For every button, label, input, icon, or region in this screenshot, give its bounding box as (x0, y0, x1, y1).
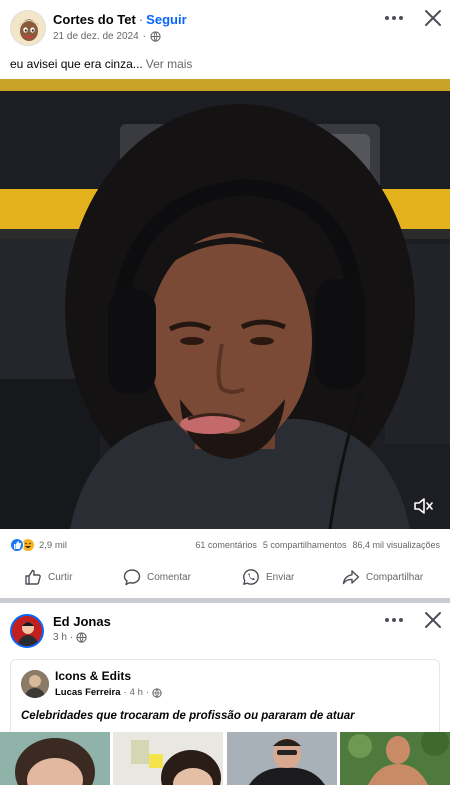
close-icon[interactable] (424, 9, 442, 27)
photo-thumbnail[interactable] (339, 732, 450, 785)
photo-thumbnail[interactable] (113, 732, 224, 785)
shared-text: Celebridades que trocaram de profissão o… (21, 710, 355, 722)
shared-page-name[interactable]: Icons & Edits (55, 669, 131, 683)
whatsapp-icon (243, 569, 259, 585)
views-count: 86,4 mil visualizações (352, 540, 440, 550)
video-frame (0, 79, 450, 529)
shares-count[interactable]: 5 compartilhamentos (263, 540, 347, 550)
comment-button[interactable]: Comentar (123, 568, 191, 586)
shared-meta: Lucas Ferreira · 4 h · (55, 687, 162, 698)
globe-icon (150, 31, 161, 42)
comment-label: Comentar (147, 571, 191, 583)
like-icon (25, 569, 41, 585)
see-more-link[interactable]: Ver mais (146, 57, 193, 71)
globe-icon (152, 687, 162, 698)
send-button[interactable]: Enviar (242, 568, 294, 586)
photo-thumbnail[interactable] (0, 732, 110, 785)
like-label: Curtir (48, 571, 73, 583)
close-icon[interactable] (424, 611, 442, 629)
separator-dot: · (69, 632, 74, 643)
separator-dot: · (145, 687, 150, 698)
globe-icon (76, 632, 87, 643)
post-header: Cortes do Tet · Seguir 21 de dez. de 2024 … (0, 0, 450, 52)
comments-count[interactable]: 61 comentários (195, 540, 257, 550)
author-avatar[interactable] (10, 10, 46, 46)
post-caption: eu avisei que era cinza... Ver mais (10, 57, 192, 71)
post-stats: 2,9 mil 61 comentários 5 compartilhament… (0, 533, 450, 557)
post-date[interactable]: 21 de dez. de 2024 (53, 31, 139, 42)
shared-time[interactable]: 4 h (130, 687, 143, 698)
like-reaction-icon (10, 538, 24, 552)
author-name[interactable]: Cortes do Tet (53, 12, 136, 27)
comment-icon (123, 569, 141, 586)
feed-divider (0, 598, 450, 603)
page-avatar[interactable] (21, 670, 49, 698)
shared-post[interactable]: Icons & Edits Lucas Ferreira · 4 h · Cel… (10, 659, 440, 735)
mute-icon[interactable] (412, 495, 434, 517)
post-time[interactable]: 3 h (53, 632, 67, 643)
separator-dot: · (142, 31, 146, 42)
share-button[interactable]: Compartilhar (342, 568, 423, 586)
reactions-count: 2,9 mil (39, 539, 67, 551)
post-meta: 3 h · (53, 632, 87, 643)
photo-grid (0, 732, 450, 785)
share-icon (342, 570, 360, 585)
separator-dot: · (123, 687, 127, 698)
author-line: Cortes do Tet · Seguir (53, 12, 187, 27)
follow-button[interactable]: Seguir (146, 12, 186, 27)
reactions-summary[interactable]: 2,9 mil (10, 538, 67, 552)
shared-author[interactable]: Lucas Ferreira (55, 687, 120, 698)
post-meta: 21 de dez. de 2024 · (53, 31, 161, 42)
like-button[interactable]: Curtir (24, 568, 72, 586)
more-icon[interactable] (380, 10, 408, 26)
share-label: Compartilhar (366, 571, 424, 583)
action-bar: Curtir Comentar Enviar Compartilhar (0, 564, 450, 594)
video-player[interactable] (0, 79, 450, 529)
separator-dot: · (138, 12, 144, 27)
author-avatar[interactable] (10, 614, 44, 648)
send-label: Enviar (266, 571, 295, 583)
photo-thumbnail[interactable] (226, 732, 337, 785)
author-name[interactable]: Ed Jonas (53, 614, 111, 629)
caption-text: eu avisei que era cinza... (10, 57, 143, 71)
more-icon[interactable] (380, 612, 408, 628)
